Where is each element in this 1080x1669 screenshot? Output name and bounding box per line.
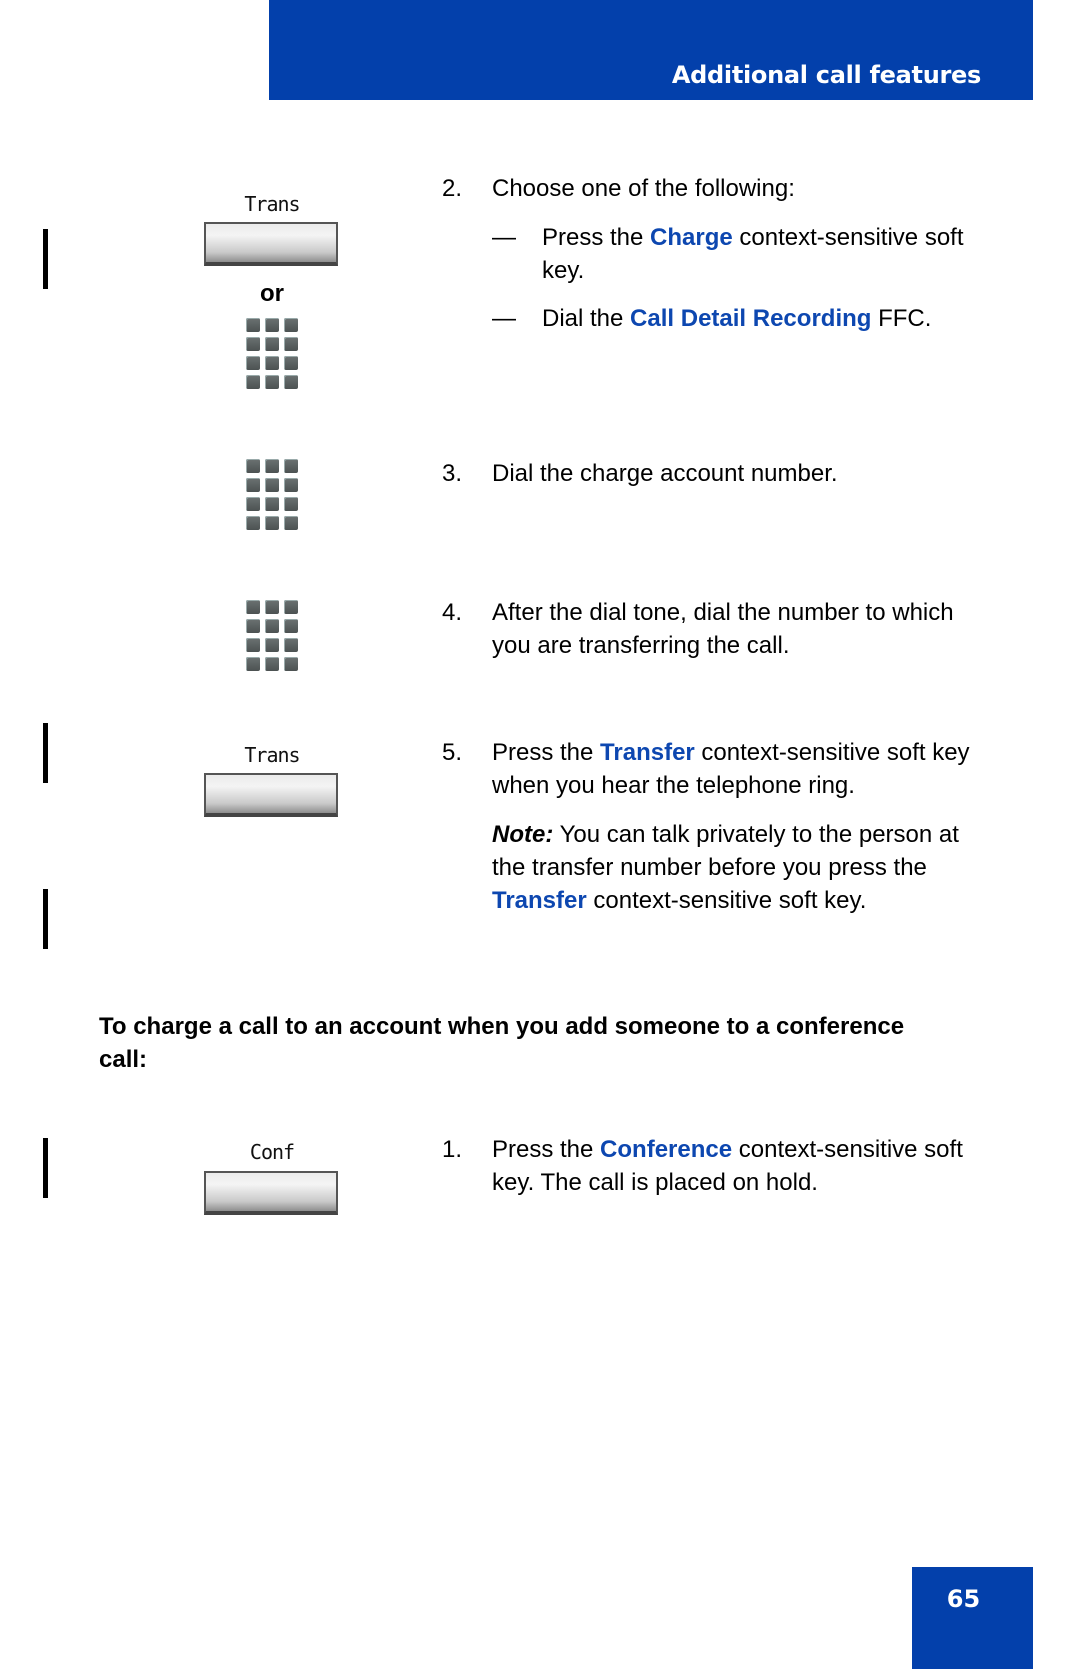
chapter-header: Additional call features [269, 0, 1033, 100]
note-label: Note: [492, 821, 554, 848]
dialpad-key [284, 375, 298, 389]
dialpad-key [284, 516, 298, 530]
transfer-keyword: Transfer [492, 887, 587, 914]
change-bar [43, 1138, 48, 1198]
dialpad-key [246, 375, 260, 389]
step-text: After the dial tone, dial the number to … [492, 599, 954, 659]
change-bar [43, 889, 48, 949]
dialpad-key [265, 600, 279, 614]
option-text: Dial the [542, 305, 631, 332]
softkey-button-icon [204, 1171, 338, 1215]
dialpad-icon [246, 600, 298, 671]
step-text: Press the [492, 1136, 601, 1163]
dialpad-key [265, 478, 279, 492]
dialpad-icon [246, 459, 298, 530]
charge-keyword: Charge [650, 224, 733, 251]
dialpad-key [284, 619, 298, 633]
dialpad-key [246, 318, 260, 332]
step-number: 4. [442, 599, 463, 626]
option-text: Press the [542, 224, 651, 251]
change-bar [43, 229, 48, 289]
page-number: 65 [946, 1585, 981, 1613]
dialpad-key [284, 318, 298, 332]
note-text: context-sensitive soft key. [586, 887, 867, 914]
dialpad-key [246, 459, 260, 473]
dialpad-key [246, 516, 260, 530]
dialpad-key [246, 497, 260, 511]
dialpad-key [284, 600, 298, 614]
dialpad-key [246, 657, 260, 671]
chapter-title: Additional call features [671, 61, 981, 89]
dialpad-key [265, 516, 279, 530]
dialpad-key [265, 638, 279, 652]
section-subheading: To charge a call to an account when you … [99, 1013, 905, 1073]
dialpad-key [265, 497, 279, 511]
dialpad-key [265, 318, 279, 332]
dialpad-key [284, 657, 298, 671]
page-number-box: 65 [912, 1567, 1033, 1669]
transfer-keyword: Transfer [600, 739, 695, 766]
softkey-button-icon [204, 773, 338, 817]
dialpad-key [246, 600, 260, 614]
dialpad-key [246, 356, 260, 370]
step-number: 2. [442, 175, 463, 202]
change-bar [43, 723, 48, 783]
softkey-button-icon [204, 222, 338, 266]
dialpad-key [284, 638, 298, 652]
step-text: Press the [492, 739, 601, 766]
step-text: Dial the charge account number. [492, 460, 838, 487]
dialpad-key [284, 337, 298, 351]
dialpad-key [265, 337, 279, 351]
option-text: FFC. [871, 305, 932, 332]
dash: — [492, 224, 516, 251]
dialpad-key [246, 619, 260, 633]
step-text: Choose one of the following: [492, 175, 795, 202]
step-number: 1. [442, 1136, 463, 1163]
dialpad-icon [246, 318, 298, 389]
softkey-label-trans: Trans [244, 192, 300, 216]
step-number: 5. [442, 739, 463, 766]
dialpad-key [265, 619, 279, 633]
dialpad-key [265, 375, 279, 389]
dialpad-key [246, 337, 260, 351]
or-label: or [260, 280, 284, 307]
softkey-label-conf: Conf [249, 1140, 295, 1164]
softkey-label-trans: Trans [244, 743, 300, 767]
conference-keyword: Conference [600, 1136, 733, 1163]
dialpad-key [265, 657, 279, 671]
dialpad-key [246, 478, 260, 492]
dialpad-key [284, 356, 298, 370]
cdr-keyword: Call Detail Recording [630, 305, 872, 332]
dialpad-key [265, 356, 279, 370]
dialpad-key [246, 638, 260, 652]
step-number: 3. [442, 460, 463, 487]
dash: — [492, 305, 516, 332]
dialpad-key [265, 459, 279, 473]
dialpad-key [284, 478, 298, 492]
note-text: You can talk privately to the person at … [492, 821, 959, 881]
dialpad-key [284, 459, 298, 473]
dialpad-key [284, 497, 298, 511]
